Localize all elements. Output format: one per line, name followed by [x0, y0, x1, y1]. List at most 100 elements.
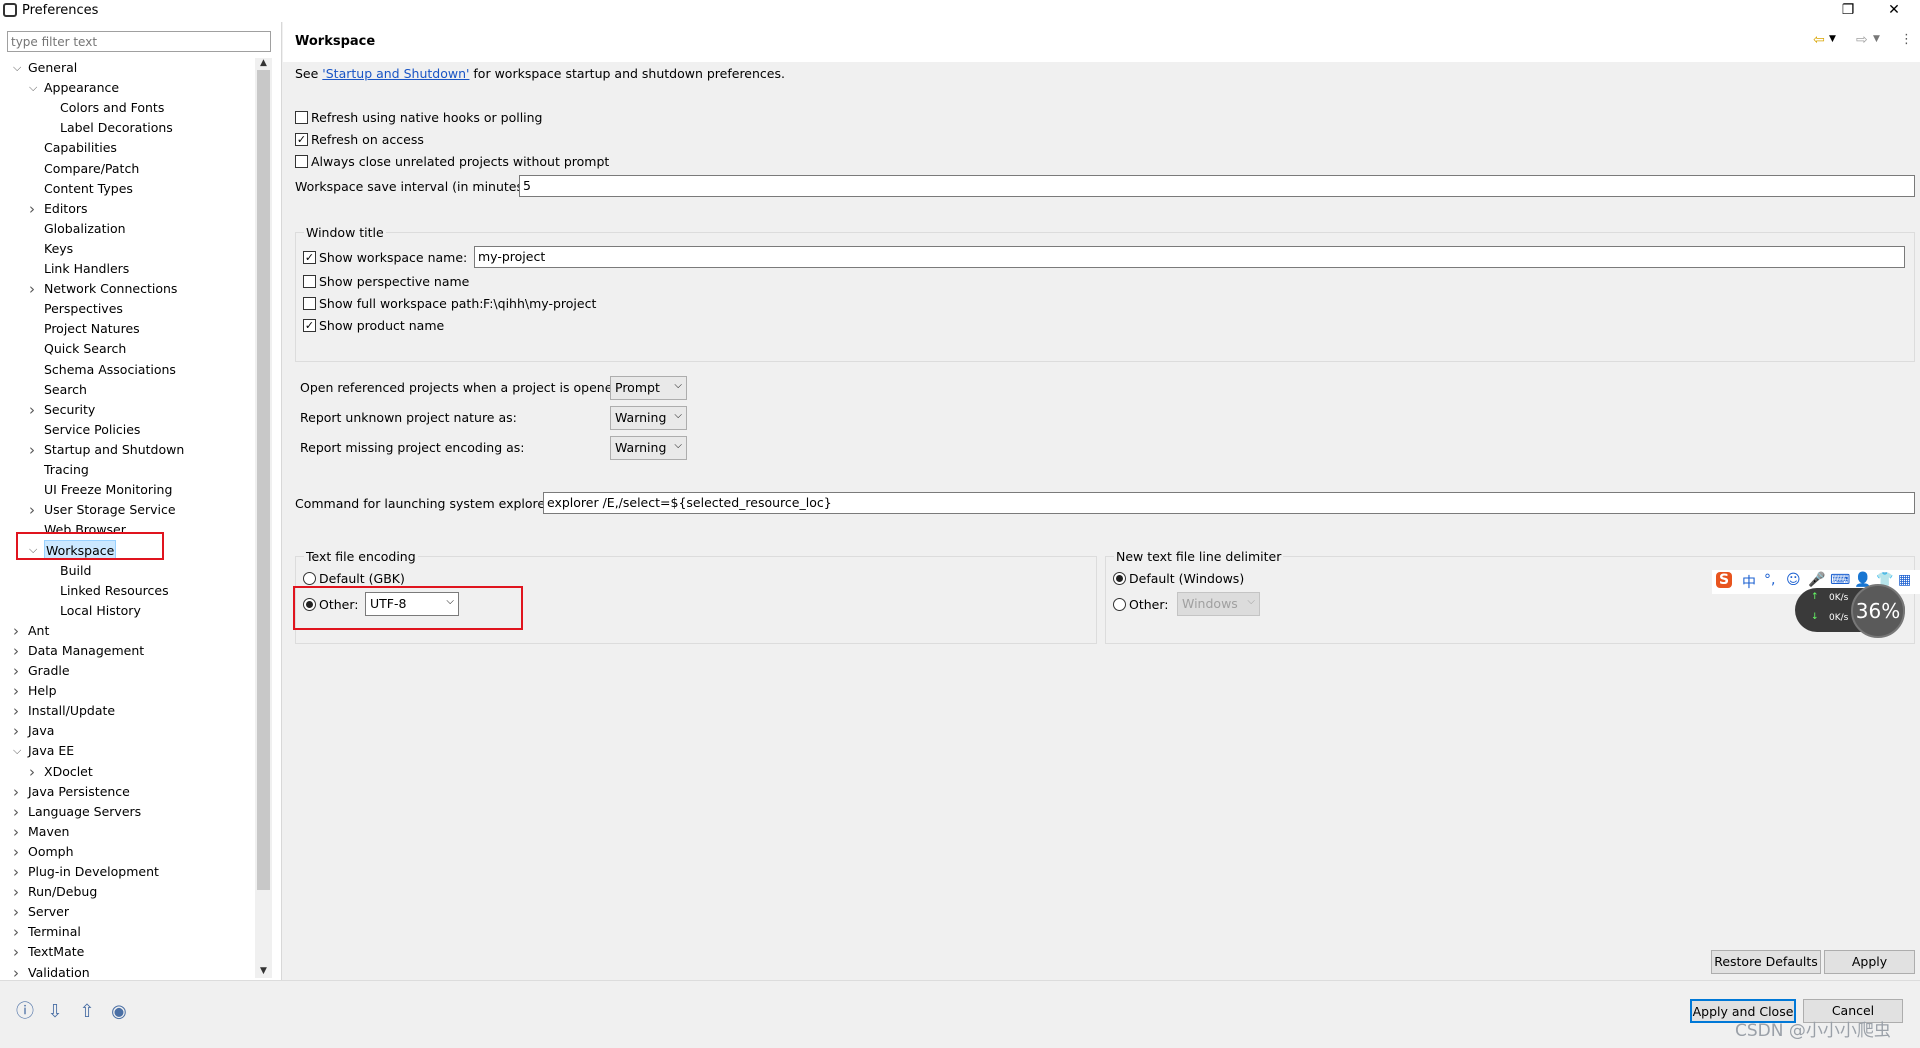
tree-item[interactable]: Java Persistence	[28, 782, 130, 802]
chevron-right-icon[interactable]: ›	[13, 662, 19, 680]
ime-chinese-mode-icon[interactable]: 中	[1742, 572, 1756, 592]
delimiter-other-radio[interactable]	[1113, 598, 1126, 611]
tree-item[interactable]: Linked Resources	[60, 581, 169, 601]
tree-item[interactable]: Link Handlers	[44, 259, 129, 279]
tree-item[interactable]: Data Management	[28, 641, 144, 661]
chevron-down-icon[interactable]: ⌵	[13, 61, 21, 75]
chevron-right-icon[interactable]: ›	[13, 863, 19, 881]
always-close-checkbox[interactable]	[295, 155, 308, 168]
delimiter-other-dropdown[interactable]: Windows ⌵	[1177, 592, 1260, 616]
import-icon[interactable]: ⇩	[44, 1001, 66, 1023]
show-perspective-checkbox[interactable]	[303, 275, 316, 288]
tree-item[interactable]: General	[28, 58, 77, 78]
tree-item[interactable]: Local History	[60, 601, 141, 621]
explorer-command-input[interactable]: explorer /E,/select=${selected_resource_…	[543, 492, 1915, 514]
show-product-checkbox[interactable]: ✓	[303, 319, 316, 332]
unknown-nature-dropdown[interactable]: Warning ⌵	[610, 406, 687, 430]
tree-item[interactable]: Colors and Fonts	[60, 98, 164, 118]
sogou-icon[interactable]: S	[1716, 572, 1733, 588]
tree-item[interactable]: Perspectives	[44, 299, 123, 319]
chevron-right-icon[interactable]: ›	[13, 923, 19, 941]
tree-scrollbar[interactable]: ▲ ▼	[255, 58, 272, 978]
tree-item[interactable]: Server	[28, 902, 69, 922]
restore-defaults-button[interactable]: Restore Defaults	[1711, 950, 1821, 974]
tree-item[interactable]: Schema Associations	[44, 360, 176, 380]
tree-item[interactable]: Plug-in Development	[28, 862, 159, 882]
chevron-right-icon[interactable]: ›	[13, 883, 19, 901]
tree-item[interactable]: Project Natures	[44, 319, 140, 339]
refresh-native-checkbox[interactable]	[295, 111, 308, 124]
tree-item[interactable]: Build	[60, 561, 91, 581]
ime-punctuation-icon[interactable]: °,	[1764, 572, 1775, 588]
chevron-right-icon[interactable]: ›	[13, 642, 19, 660]
tree-item[interactable]: Oomph	[28, 842, 74, 862]
tree-item[interactable]: XDoclet	[44, 762, 93, 782]
ime-voice-icon[interactable]: 🎤	[1808, 572, 1825, 588]
chevron-right-icon[interactable]: ›	[13, 722, 19, 740]
chevron-right-icon[interactable]: ›	[29, 441, 35, 459]
chevron-right-icon[interactable]: ›	[13, 682, 19, 700]
tree-item[interactable]: Maven	[28, 822, 69, 842]
ime-toolbox-icon[interactable]: ▦	[1898, 572, 1911, 588]
forward-arrow-icon[interactable]: ⇨	[1856, 32, 1868, 48]
tree-item[interactable]: Label Decorations	[60, 118, 173, 138]
tree-item[interactable]: User Storage Service	[44, 500, 176, 520]
apply-button[interactable]: Apply	[1824, 950, 1915, 974]
delimiter-default-radio[interactable]	[1113, 572, 1126, 585]
tree-item[interactable]: UI Freeze Monitoring	[44, 480, 172, 500]
tree-item[interactable]: Network Connections	[44, 279, 177, 299]
help-icon[interactable]: ⓘ	[14, 1001, 36, 1023]
tree-item[interactable]: Appearance	[44, 78, 119, 98]
scroll-thumb[interactable]	[257, 70, 270, 890]
encoding-default-radio[interactable]	[303, 572, 316, 585]
tree-item[interactable]: Install/Update	[28, 701, 115, 721]
missing-encoding-dropdown[interactable]: Warning ⌵	[610, 436, 687, 460]
tree-item[interactable]: Security	[44, 400, 95, 420]
forward-dropdown-icon[interactable]: ▼	[1873, 34, 1880, 44]
tree-item[interactable]: Search	[44, 380, 87, 400]
tree-item[interactable]: TextMate	[28, 942, 84, 962]
chevron-down-icon[interactable]: ⌵	[13, 744, 21, 758]
chevron-right-icon[interactable]: ›	[13, 843, 19, 861]
chevron-right-icon[interactable]: ›	[13, 803, 19, 821]
back-arrow-icon[interactable]: ⇦	[1813, 32, 1825, 48]
workspace-name-input[interactable]: my-project	[474, 246, 1905, 268]
chevron-right-icon[interactable]: ›	[29, 501, 35, 519]
chevron-right-icon[interactable]: ›	[13, 823, 19, 841]
chevron-right-icon[interactable]: ›	[29, 280, 35, 298]
chevron-right-icon[interactable]: ›	[13, 622, 19, 640]
export-icon[interactable]: ⇧	[76, 1001, 98, 1023]
ime-keyboard-icon[interactable]: ⌨	[1830, 572, 1850, 588]
show-full-path-checkbox[interactable]	[303, 297, 316, 310]
tree-item[interactable]: Java	[28, 721, 54, 741]
tree-item[interactable]: Tracing	[44, 460, 89, 480]
tree-item[interactable]: Language Servers	[28, 802, 141, 822]
restore-button[interactable]: ❐	[1825, 0, 1871, 22]
tree-item[interactable]: Ant	[28, 621, 49, 641]
startup-shutdown-link[interactable]: 'Startup and Shutdown'	[322, 66, 469, 81]
tree-item[interactable]: Terminal	[28, 922, 81, 942]
oomph-icon[interactable]: ◉	[108, 1001, 130, 1023]
chevron-right-icon[interactable]: ›	[13, 702, 19, 720]
chevron-right-icon[interactable]: ›	[13, 783, 19, 801]
refresh-access-checkbox[interactable]: ✓	[295, 133, 308, 146]
tree-item[interactable]: Java EE	[28, 741, 74, 761]
tree-item[interactable]: Globalization	[44, 219, 126, 239]
tree-item[interactable]: Content Types	[44, 179, 133, 199]
scroll-down-icon[interactable]: ▼	[255, 966, 272, 978]
chevron-down-icon[interactable]: ⌵	[29, 81, 37, 95]
ime-emoji-icon[interactable]: ☺	[1786, 572, 1801, 588]
save-interval-input[interactable]: 5	[519, 175, 1915, 197]
tree-item[interactable]: Keys	[44, 239, 73, 259]
chevron-right-icon[interactable]: ›	[13, 964, 19, 982]
tree-item[interactable]: Capabilities	[44, 138, 117, 158]
chevron-right-icon[interactable]: ›	[29, 763, 35, 781]
tree-item[interactable]: Editors	[44, 199, 88, 219]
tree-item[interactable]: Run/Debug	[28, 882, 97, 902]
tree-item[interactable]: Startup and Shutdown	[44, 440, 184, 460]
chevron-right-icon[interactable]: ›	[29, 401, 35, 419]
memory-percent[interactable]: 36%	[1851, 584, 1905, 638]
close-button[interactable]: ✕	[1871, 0, 1917, 22]
chevron-right-icon[interactable]: ›	[13, 943, 19, 961]
tree-item[interactable]: Compare/Patch	[44, 159, 139, 179]
